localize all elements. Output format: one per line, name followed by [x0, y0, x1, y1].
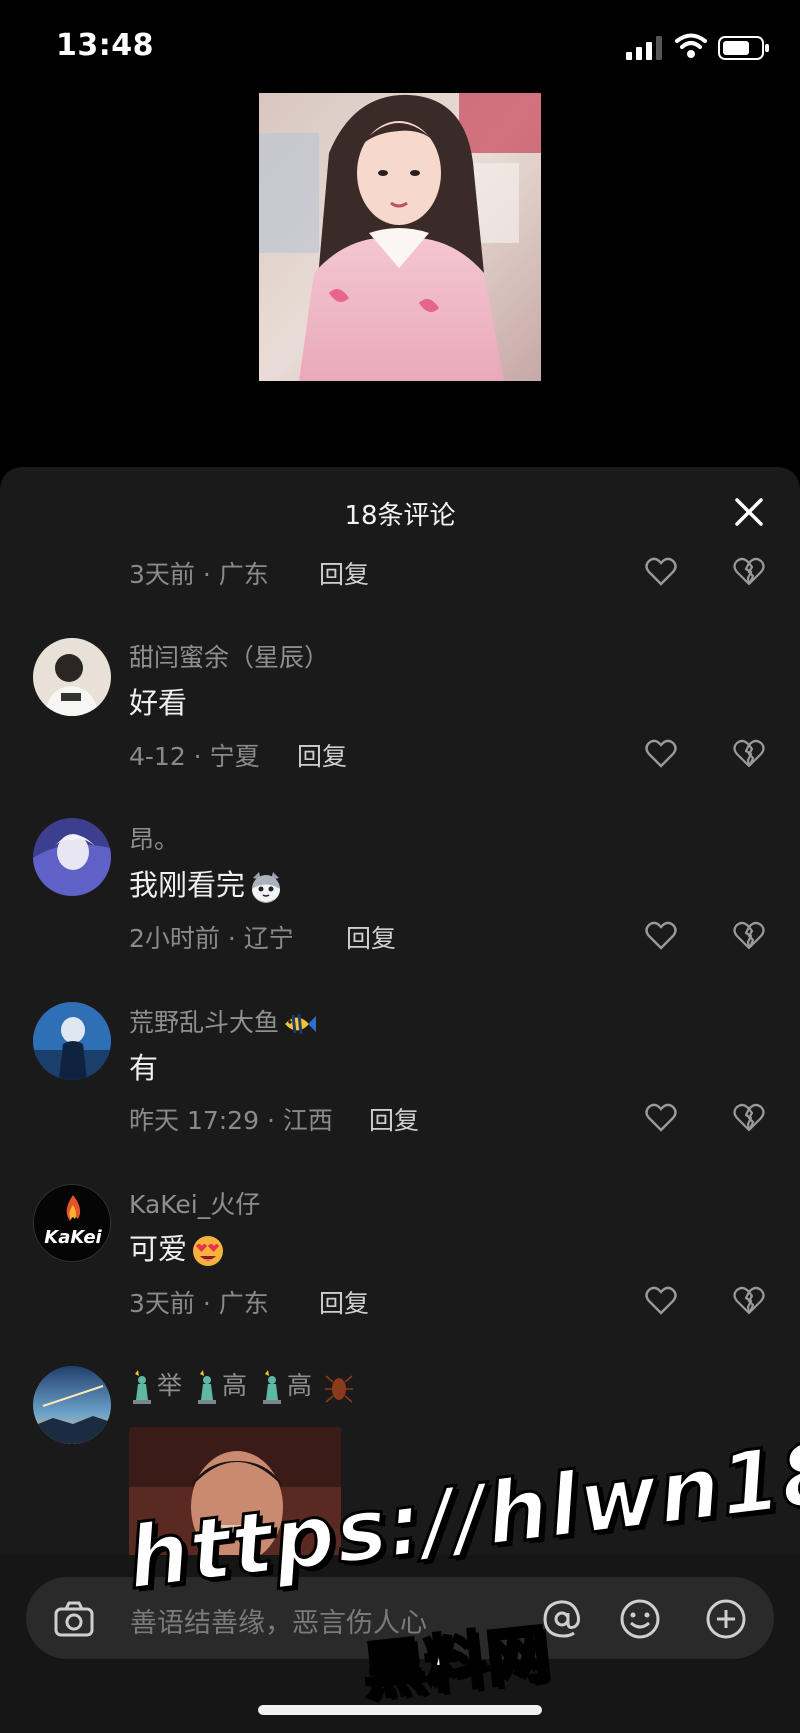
statue-of-liberty-emoji-icon	[197, 1370, 216, 1404]
comment-text: 我刚看完	[129, 862, 283, 904]
wifi-icon	[675, 33, 707, 58]
sheet-header: 18条评论	[0, 467, 800, 555]
statue-of-liberty-emoji-icon	[133, 1370, 151, 1404]
comment-text: 有	[129, 1051, 159, 1085]
comment-input[interactable]: 善语结善缘，恶言伤人心	[26, 1577, 774, 1659]
video-preview[interactable]	[259, 93, 541, 381]
broken-heart-icon[interactable]	[733, 1285, 765, 1315]
comments-sheet: 18条评论	[0, 467, 800, 1733]
heart-icon[interactable]	[645, 1285, 677, 1315]
comment-username[interactable]: KaKei_火仔	[129, 1185, 260, 1221]
comment-username[interactable]: 举 高 高	[129, 1366, 354, 1404]
statue-of-liberty-emoji-icon	[262, 1370, 281, 1404]
camera-icon[interactable]	[52, 1597, 96, 1641]
broken-heart-icon[interactable]	[733, 738, 765, 768]
avatar[interactable]	[33, 1366, 111, 1444]
reply-button[interactable]: 回复	[319, 1284, 369, 1320]
comment-image[interactable]	[129, 1427, 341, 1557]
comments-count-title: 18条评论	[344, 501, 456, 531]
avatar[interactable]	[33, 1002, 111, 1080]
comment-username[interactable]: 甜闫蜜余（星辰）	[129, 638, 329, 674]
fish-emoji-icon	[285, 1013, 317, 1035]
status-time: 13:48	[56, 28, 154, 63]
signal-icon	[626, 36, 662, 60]
comment-username[interactable]: 荒野乱斗大鱼	[129, 1003, 317, 1039]
reply-button[interactable]: 回复	[346, 919, 396, 955]
heart-icon[interactable]	[645, 920, 677, 950]
comment-username[interactable]: 昂。	[129, 820, 179, 856]
heart-icon[interactable]	[645, 738, 677, 768]
cat-emoji-icon	[252, 872, 281, 903]
status-bar: 13:48	[0, 0, 800, 96]
heart-icon[interactable]	[645, 1102, 677, 1132]
avatar-logo-text: KaKei	[44, 1227, 102, 1248]
comment-meta: 4-12 · 宁夏	[129, 742, 260, 771]
comment-text: 可爱	[129, 1226, 225, 1268]
comment-meta: 3天前 · 广东	[129, 1289, 269, 1318]
comment-meta: 昨天 17:29 · 江西	[129, 1106, 333, 1135]
heart-icon[interactable]	[645, 556, 677, 586]
comment-text: 好看	[129, 686, 188, 720]
emoji-icon[interactable]	[618, 1597, 662, 1641]
broken-heart-icon[interactable]	[733, 556, 765, 586]
comment-meta: 3天前 · 广东	[129, 560, 269, 589]
at-icon[interactable]	[540, 1597, 584, 1641]
avatar[interactable]	[33, 818, 111, 896]
battery-icon	[718, 36, 769, 60]
home-indicator	[258, 1705, 542, 1715]
avatar[interactable]: KaKei	[33, 1184, 111, 1262]
comment-input-placeholder: 善语结善缘，恶言伤人心	[130, 1608, 427, 1639]
cockroach-emoji-icon	[324, 1375, 353, 1403]
plus-icon[interactable]	[704, 1597, 748, 1641]
comment-meta: 2小时前 · 辽宁	[129, 924, 294, 953]
broken-heart-icon[interactable]	[733, 920, 765, 950]
comment-input-bar: 善语结善缘，恶言伤人心	[0, 1555, 800, 1733]
reply-button[interactable]: 回复	[369, 1101, 419, 1137]
reply-button[interactable]: 回复	[319, 555, 369, 591]
close-icon[interactable]	[730, 493, 768, 531]
broken-heart-icon[interactable]	[733, 1102, 765, 1132]
video-thumbnail	[259, 93, 541, 381]
reply-button[interactable]: 回复	[297, 737, 347, 773]
heart-eyes-emoji-icon	[193, 1236, 224, 1266]
avatar[interactable]	[33, 638, 111, 716]
